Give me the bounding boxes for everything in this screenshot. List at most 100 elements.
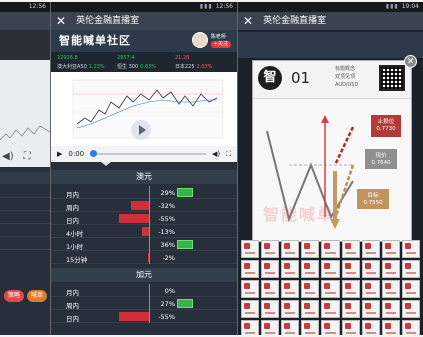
zero-axis: [149, 225, 150, 238]
quote-item[interactable]: 澳大利亚A50 1.23%: [57, 63, 105, 70]
community-banner: [238, 32, 423, 58]
level-value: 0.7640: [371, 160, 391, 166]
panel-pointer: [101, 162, 111, 166]
host-name: 陈老师: [210, 33, 226, 40]
timeframe-label: 月内: [66, 289, 79, 297]
signal-card: 智 01 标题概念 双顶见顶 AUD/USD 止损位 0.7730 现价 0.7…: [252, 55, 417, 242]
signal-thumbnail[interactable]: [281, 300, 300, 318]
meta-line: 标题概念: [335, 66, 356, 72]
signal-thumbnail[interactable]: [321, 320, 340, 335]
signal-thumbnail[interactable]: [281, 240, 300, 258]
signal-icons: ▮▮▮: [385, 3, 399, 10]
close-icon[interactable]: ✕: [243, 12, 253, 30]
call-button[interactable]: 喊单: [27, 290, 47, 302]
signal-thumbnail[interactable]: [241, 260, 260, 278]
signal-thumbnail[interactable]: [241, 320, 260, 335]
zero-axis: [149, 186, 150, 199]
signal-thumbnail[interactable]: [381, 320, 400, 335]
quote-item[interactable]: 日本225 2.03%: [175, 63, 212, 70]
quote-item[interactable]: 恒生 300 0.63%: [117, 63, 156, 70]
signal-thumbnail[interactable]: [281, 320, 300, 335]
signal-thumbnail[interactable]: [341, 300, 360, 318]
signal-thumbnail[interactable]: [321, 300, 340, 318]
close-icon[interactable]: ✕: [56, 12, 66, 30]
signal-thumbnail[interactable]: [241, 280, 260, 298]
quote-value: 12926.8: [57, 55, 78, 61]
signal-thumbnail[interactable]: [241, 240, 260, 258]
avatar[interactable]: [191, 32, 208, 48]
signal-thumbnail[interactable]: [341, 240, 360, 258]
signal-thumbnail[interactable]: [301, 240, 320, 258]
signal-thumbnail[interactable]: [381, 260, 400, 278]
bearish-bar: [118, 214, 149, 223]
seek-bar[interactable]: [90, 150, 206, 157]
section-title[interactable]: 加元: [51, 268, 237, 282]
signal-thumbnail[interactable]: [381, 300, 400, 318]
signal-thumbnail[interactable]: [401, 280, 420, 298]
level-label: 目标: [367, 193, 379, 199]
signal-thumbnail[interactable]: [401, 240, 420, 258]
signal-thumbnail[interactable]: [361, 260, 380, 278]
signal-thumbnail[interactable]: [321, 260, 340, 278]
phone-left: 12:56 ◀) ⛶ 策略 喊单: [0, 2, 50, 335]
signal-thumbnail[interactable]: [341, 280, 360, 298]
card-header: 智 01 标题概念 双顶见顶 AUD/USD: [253, 61, 411, 99]
level-label: 现价: [375, 153, 387, 159]
signal-thumbnail[interactable]: [261, 280, 280, 298]
meta-line: 双顶见顶: [335, 74, 356, 80]
signal-thumbnail[interactable]: [401, 260, 420, 278]
signal-thumbnail[interactable]: [261, 320, 280, 335]
signal-thumbnail[interactable]: [261, 300, 280, 318]
video-player[interactable]: [51, 72, 237, 146]
signal-thumbnail[interactable]: [361, 320, 380, 335]
bullish-bar: [177, 188, 193, 197]
sentiment-value: 36%: [160, 241, 175, 249]
signal-thumbnail[interactable]: [361, 300, 380, 318]
level-value: 0.7550: [363, 200, 383, 206]
follow-button[interactable]: +关注: [210, 40, 231, 48]
play-icon[interactable]: [131, 120, 151, 140]
signal-thumbnail[interactable]: [381, 280, 400, 298]
play-icon[interactable]: ▶: [57, 150, 62, 158]
signal-thumbnail[interactable]: [401, 300, 420, 318]
signal-thumbnail[interactable]: [281, 260, 300, 278]
signal-thumbnail[interactable]: [381, 240, 400, 258]
quote-name: 澳大利亚A50: [57, 64, 87, 70]
fullscreen-icon[interactable]: ⛶: [24, 151, 31, 162]
signal-thumbnail[interactable]: [301, 320, 320, 335]
signal-thumbnail[interactable]: [341, 260, 360, 278]
signal-thumbnail[interactable]: [301, 300, 320, 318]
sentiment-value: -32%: [158, 202, 175, 210]
signal-thumbnail[interactable]: [301, 280, 320, 298]
app-title: 英伦金融直播室: [263, 16, 327, 26]
zero-axis: [149, 199, 150, 212]
fullscreen-icon[interactable]: ⛶: [226, 150, 231, 159]
status-bar: ▮▮▮ 12:56: [51, 2, 237, 12]
signal-thumbnail[interactable]: [301, 260, 320, 278]
quote-value: 21.28: [175, 55, 190, 61]
sentiment-row: 周内 27%: [51, 297, 237, 310]
volume-icon[interactable]: ◀): [2, 151, 14, 162]
seek-handle[interactable]: [90, 150, 98, 157]
zero-axis: [149, 251, 150, 264]
signal-thumbnail[interactable]: [341, 320, 360, 335]
signal-thumbnail[interactable]: [281, 280, 300, 298]
signal-thumbnail[interactable]: [261, 260, 280, 278]
signal-thumbnail[interactable]: [321, 280, 340, 298]
quote-name: 日本225: [175, 64, 195, 70]
host-card: 陈老师 +关注: [191, 32, 231, 48]
level-label: 止损位: [377, 119, 395, 125]
signal-thumbnail[interactable]: [261, 240, 280, 258]
signal-thumbnail[interactable]: [361, 240, 380, 258]
section-title[interactable]: 澳元: [51, 170, 237, 184]
zero-axis: [149, 238, 150, 251]
volume-icon[interactable]: ◀): [212, 150, 220, 158]
strategy-button[interactable]: 策略: [4, 290, 24, 302]
bearish-bar: [131, 201, 149, 210]
signal-thumbnail[interactable]: [401, 320, 420, 335]
phone-right: ▮▮▮ 19:04 ✕ 英伦金融直播室 智 01 标题概念 双顶见顶 AUD/U…: [238, 2, 423, 335]
signal-thumbnail[interactable]: [321, 240, 340, 258]
signal-thumbnail[interactable]: [361, 280, 380, 298]
close-icon[interactable]: ✕: [404, 55, 417, 68]
signal-thumbnail[interactable]: [241, 300, 260, 318]
